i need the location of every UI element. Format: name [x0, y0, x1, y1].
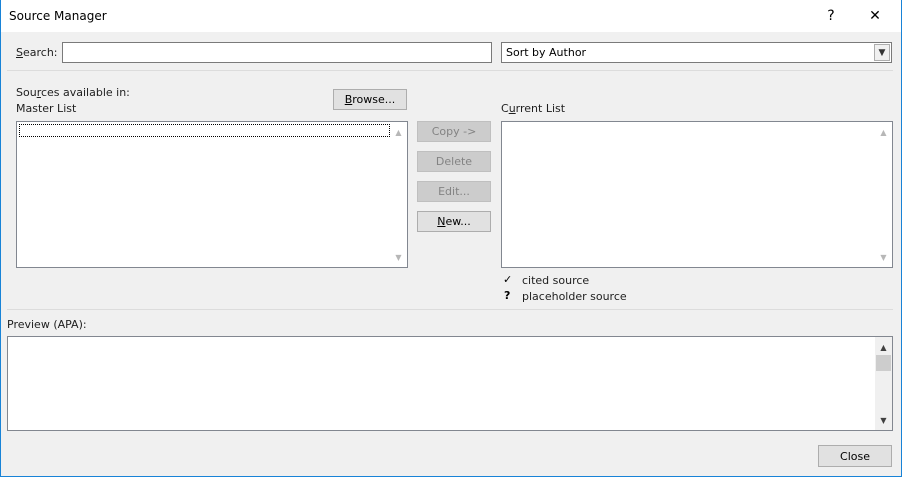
- sort-select[interactable]: Sort by Author ▼: [501, 42, 892, 63]
- current-list-label: Current List: [501, 102, 566, 115]
- preview-box[interactable]: ▲ ▼: [7, 336, 893, 431]
- preview-label: Preview (APA):: [7, 318, 87, 331]
- sort-select-value: Sort by Author: [506, 46, 587, 59]
- close-icon: ✕: [869, 8, 881, 24]
- cited-source-label: cited source: [522, 274, 590, 287]
- scroll-down-icon[interactable]: ▼: [390, 249, 407, 265]
- scroll-up-icon[interactable]: ▲: [875, 124, 892, 140]
- title-bar: Source Manager ? ✕: [1, 0, 901, 32]
- question-mark-icon: ?: [504, 289, 511, 302]
- browse-button[interactable]: Browse...: [333, 89, 407, 110]
- new-button[interactable]: New...: [417, 211, 491, 232]
- preview-scrollbar[interactable]: ▲ ▼: [875, 337, 892, 430]
- scroll-down-icon[interactable]: ▼: [875, 249, 892, 265]
- current-list-box[interactable]: ▲ ▼: [501, 121, 893, 268]
- master-list-focus-row[interactable]: [19, 124, 390, 137]
- source-manager-dialog: Source Manager ? ✕ Search: Sort by Autho…: [0, 0, 902, 477]
- scroll-down-icon[interactable]: ▼: [875, 412, 892, 428]
- delete-button[interactable]: Delete: [417, 151, 491, 172]
- search-label: Search:: [16, 46, 58, 59]
- edit-button[interactable]: Edit...: [417, 181, 491, 202]
- current-list-scrollbar[interactable]: ▲ ▼: [875, 122, 892, 267]
- placeholder-source-label: placeholder source: [522, 290, 627, 303]
- master-list-box[interactable]: ▲ ▼: [16, 121, 408, 268]
- divider-top: [7, 70, 893, 71]
- close-button[interactable]: Close: [818, 445, 892, 467]
- scroll-up-icon[interactable]: ▲: [390, 124, 407, 140]
- help-icon: ?: [827, 8, 835, 24]
- copy-button[interactable]: Copy ->: [417, 121, 491, 142]
- window-close-button[interactable]: ✕: [853, 0, 897, 32]
- master-list-label: Master List: [16, 102, 77, 115]
- scroll-thumb[interactable]: [876, 355, 891, 371]
- window-title: Source Manager: [9, 9, 107, 23]
- chevron-down-icon[interactable]: ▼: [874, 44, 890, 61]
- checkmark-icon: ✓: [503, 273, 513, 286]
- scroll-up-icon[interactable]: ▲: [875, 339, 892, 355]
- master-list-scrollbar[interactable]: ▲ ▼: [390, 122, 407, 267]
- sources-available-label: Sources available in:: [16, 86, 130, 99]
- help-button[interactable]: ?: [809, 0, 853, 32]
- search-input[interactable]: [62, 42, 492, 63]
- divider-bottom: [7, 309, 893, 310]
